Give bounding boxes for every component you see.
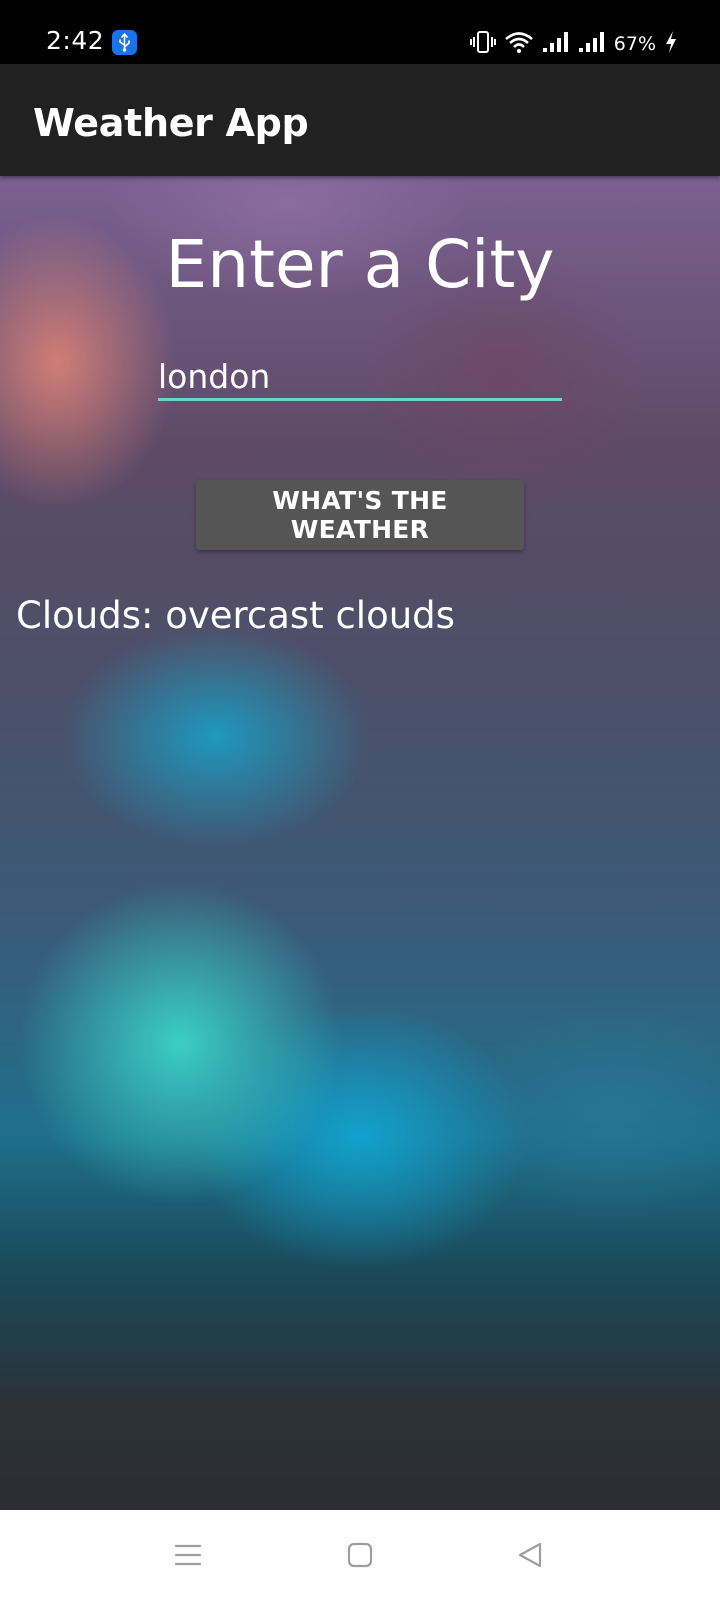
menu-icon[interactable] — [158, 1530, 218, 1580]
home-icon[interactable] — [330, 1530, 390, 1580]
back-icon[interactable] — [500, 1530, 560, 1580]
whats-the-weather-button[interactable]: WHAT'S THE WEATHER — [196, 480, 524, 550]
app-bar: Weather App — [0, 64, 720, 176]
signal-icon — [542, 31, 570, 58]
charging-icon — [664, 30, 678, 59]
status-icons: 67% — [469, 30, 678, 59]
page-heading: Enter a City — [165, 226, 555, 303]
battery-level: 67% — [613, 33, 656, 55]
weather-result: Clouds: overcast clouds — [16, 594, 455, 637]
usb-icon — [112, 30, 137, 55]
city-input[interactable] — [158, 354, 562, 401]
wifi-icon — [504, 30, 534, 59]
status-time: 2:42 — [46, 26, 105, 55]
app-title: Weather App — [33, 101, 309, 145]
screen: 2:42 67% Weather App Enter a City london… — [0, 0, 720, 1600]
status-bar: 2:42 67% — [0, 0, 720, 64]
vibrate-icon — [469, 30, 496, 59]
main-content: Enter a City WHAT'S THE WEATHER Clouds: … — [0, 176, 720, 1510]
navigation-bar — [0, 1510, 720, 1600]
signal-icon — [578, 31, 606, 58]
